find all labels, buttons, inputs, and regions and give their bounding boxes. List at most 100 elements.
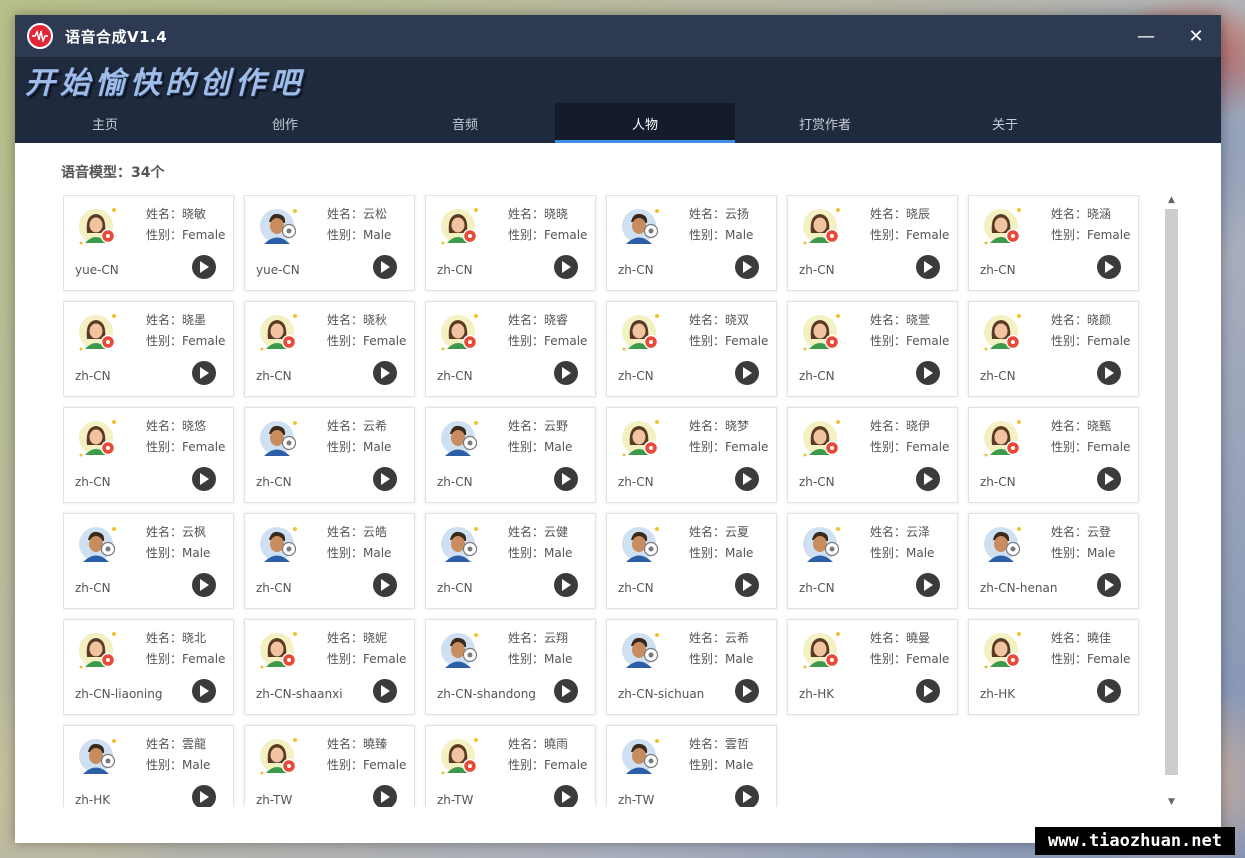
vertical-scrollbar[interactable]: ▲ ▼: [1164, 193, 1179, 809]
play-icon[interactable]: [1097, 255, 1121, 279]
play-icon[interactable]: [735, 467, 759, 491]
close-button[interactable]: ✕: [1171, 15, 1221, 57]
gender-value: Male: [725, 228, 754, 242]
play-icon[interactable]: [735, 361, 759, 385]
play-icon[interactable]: [373, 679, 397, 703]
tab-audio[interactable]: 音频: [375, 103, 555, 143]
tab-create[interactable]: 创作: [195, 103, 375, 143]
voice-card[interactable]: 姓名：云枫 性别：Male zh-CN: [63, 513, 234, 609]
voice-card[interactable]: 姓名：曉雨 性别：Female zh-TW: [425, 725, 596, 807]
play-icon[interactable]: [1097, 573, 1121, 597]
play-icon[interactable]: [554, 679, 578, 703]
name-label: 姓名：: [327, 419, 364, 433]
tab-characters[interactable]: 人物: [555, 103, 735, 143]
play-icon[interactable]: [554, 573, 578, 597]
gender-value: Female: [906, 440, 950, 454]
name-label: 姓名：: [689, 313, 726, 327]
voice-card[interactable]: 姓名：雲龍 性别：Male zh-HK: [63, 725, 234, 807]
voice-card[interactable]: 姓名：曉曼 性别：Female zh-HK: [787, 619, 958, 715]
play-icon[interactable]: [1097, 361, 1121, 385]
tab-donate[interactable]: 打赏作者: [735, 103, 915, 143]
voice-card[interactable]: 姓名：晓双 性别：Female zh-CN: [606, 301, 777, 397]
male-avatar-icon: [257, 523, 301, 567]
play-icon[interactable]: [1097, 679, 1121, 703]
voice-card[interactable]: 姓名：晓梦 性别：Female zh-CN: [606, 407, 777, 503]
play-icon[interactable]: [554, 467, 578, 491]
voice-name: 姓名：晓敏: [146, 205, 206, 222]
play-icon[interactable]: [373, 255, 397, 279]
tab-about[interactable]: 关于: [915, 103, 1095, 143]
play-icon[interactable]: [735, 573, 759, 597]
voice-card[interactable]: 姓名：云松 性别：Male yue-CN: [244, 195, 415, 291]
voice-card[interactable]: 姓名：云希 性别：Male zh-CN-sichuan: [606, 619, 777, 715]
voice-gender: 性别：Female: [146, 438, 225, 455]
play-icon[interactable]: [735, 255, 759, 279]
play-icon[interactable]: [373, 573, 397, 597]
name-label: 姓名：: [1051, 419, 1088, 433]
name-value: 晓睿: [544, 313, 569, 327]
minimize-button[interactable]: —: [1121, 15, 1171, 57]
play-icon[interactable]: [916, 679, 940, 703]
voice-card[interactable]: 姓名：雲哲 性别：Male zh-TW: [606, 725, 777, 807]
play-icon[interactable]: [916, 361, 940, 385]
voice-card[interactable]: 姓名：晓睿 性别：Female zh-CN: [425, 301, 596, 397]
voice-card[interactable]: 姓名：晓涵 性别：Female zh-CN: [968, 195, 1139, 291]
voice-card[interactable]: 姓名：晓墨 性别：Female zh-CN: [63, 301, 234, 397]
play-icon[interactable]: [192, 255, 216, 279]
voice-card[interactable]: 姓名：晓晓 性别：Female zh-CN: [425, 195, 596, 291]
female-avatar-icon: [257, 735, 301, 779]
voice-card[interactable]: 姓名：晓伊 性别：Female zh-CN: [787, 407, 958, 503]
voice-name: 姓名：晓涵: [1051, 205, 1111, 222]
scroll-down-icon[interactable]: ▼: [1164, 795, 1179, 809]
voice-card[interactable]: 姓名：曉佳 性别：Female zh-HK: [968, 619, 1139, 715]
voice-card[interactable]: 姓名：晓妮 性别：Female zh-CN-shaanxi: [244, 619, 415, 715]
play-icon[interactable]: [916, 467, 940, 491]
play-icon[interactable]: [554, 361, 578, 385]
voice-card[interactable]: 姓名：晓秋 性别：Female zh-CN: [244, 301, 415, 397]
name-value: 云健: [544, 525, 569, 539]
play-icon[interactable]: [916, 573, 940, 597]
play-icon[interactable]: [192, 573, 216, 597]
voice-card[interactable]: 姓名：云希 性别：Male zh-CN: [244, 407, 415, 503]
voice-card[interactable]: 姓名：晓甄 性别：Female zh-CN: [968, 407, 1139, 503]
play-icon[interactable]: [554, 785, 578, 807]
play-icon[interactable]: [192, 679, 216, 703]
female-avatar-icon: [257, 629, 301, 673]
play-icon[interactable]: [192, 361, 216, 385]
voice-card[interactable]: 姓名：云翔 性别：Male zh-CN-shandong: [425, 619, 596, 715]
voice-card[interactable]: 姓名：云登 性别：Male zh-CN-henan: [968, 513, 1139, 609]
play-icon[interactable]: [735, 679, 759, 703]
voice-card[interactable]: 姓名：云野 性别：Male zh-CN: [425, 407, 596, 503]
play-icon[interactable]: [373, 785, 397, 807]
scroll-up-icon[interactable]: ▲: [1164, 193, 1179, 207]
voice-card[interactable]: 姓名：晓颜 性别：Female zh-CN: [968, 301, 1139, 397]
voice-card[interactable]: 姓名：云健 性别：Male zh-CN: [425, 513, 596, 609]
voice-name: 姓名：云松: [327, 205, 387, 222]
play-icon[interactable]: [1097, 467, 1121, 491]
voice-card[interactable]: 姓名：云扬 性别：Male zh-CN: [606, 195, 777, 291]
play-icon[interactable]: [192, 467, 216, 491]
voice-card[interactable]: 姓名：曉臻 性别：Female zh-TW: [244, 725, 415, 807]
play-icon[interactable]: [373, 467, 397, 491]
tab-home[interactable]: 主页: [15, 103, 195, 143]
gender-label: 性别：: [689, 652, 726, 666]
scroll-thumb[interactable]: [1165, 209, 1178, 775]
play-icon[interactable]: [554, 255, 578, 279]
play-icon[interactable]: [192, 785, 216, 807]
female-avatar-icon: [981, 417, 1025, 461]
name-label: 姓名：: [870, 419, 907, 433]
voice-card[interactable]: 姓名：云皓 性别：Male zh-CN: [244, 513, 415, 609]
voice-card[interactable]: 姓名：晓悠 性别：Female zh-CN: [63, 407, 234, 503]
male-avatar-icon: [438, 417, 482, 461]
voice-card[interactable]: 姓名：云泽 性别：Male zh-CN: [787, 513, 958, 609]
voice-card[interactable]: 姓名：晓萱 性别：Female zh-CN: [787, 301, 958, 397]
name-label: 姓名：: [689, 525, 726, 539]
voice-card[interactable]: 姓名：云夏 性别：Male zh-CN: [606, 513, 777, 609]
voice-card[interactable]: 姓名：晓北 性别：Female zh-CN-liaoning: [63, 619, 234, 715]
male-avatar-icon: [257, 417, 301, 461]
voice-card[interactable]: 姓名：晓辰 性别：Female zh-CN: [787, 195, 958, 291]
play-icon[interactable]: [916, 255, 940, 279]
voice-card[interactable]: 姓名：晓敏 性别：Female yue-CN: [63, 195, 234, 291]
play-icon[interactable]: [735, 785, 759, 807]
play-icon[interactable]: [373, 361, 397, 385]
